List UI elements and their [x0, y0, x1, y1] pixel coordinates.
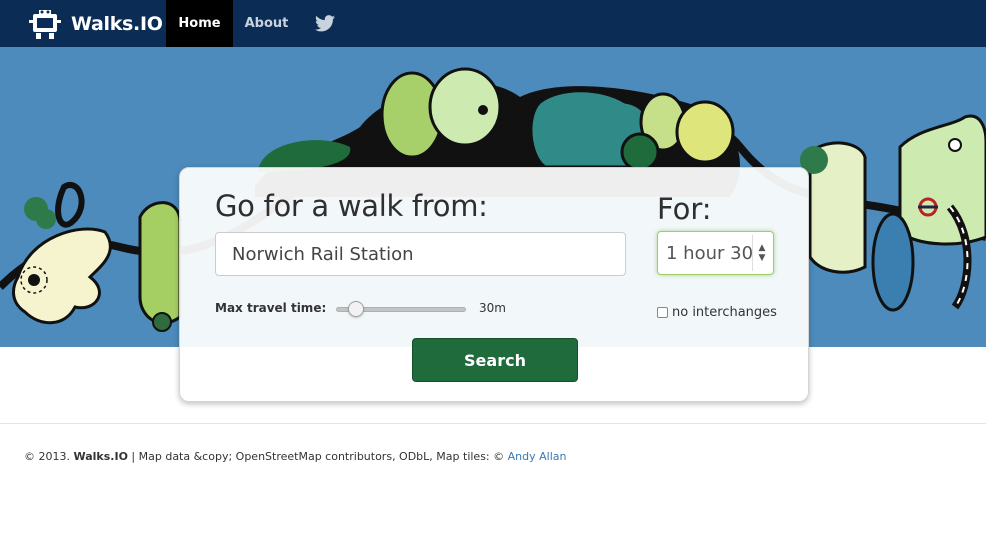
nav-about[interactable]: About — [233, 0, 300, 47]
no-interchanges-label: no interchanges — [672, 305, 777, 320]
panel-title: Go for a walk from: — [215, 189, 488, 223]
top-navbar: Walks.IO Home About — [0, 0, 986, 47]
no-interchanges-checkbox[interactable] — [657, 307, 668, 318]
nav-home[interactable]: Home — [166, 0, 233, 47]
footer: © 2013. Walks.IO | Map data &copy; OpenS… — [24, 450, 566, 463]
travel-time-value: 30m — [479, 301, 506, 315]
no-interchanges-option[interactable]: no interchanges — [657, 305, 777, 320]
robot-logo-icon — [29, 10, 61, 39]
twitter-link[interactable] — [308, 0, 342, 47]
duration-value: 1 hour 30 — [666, 242, 754, 264]
search-button[interactable]: Search — [412, 338, 578, 382]
brand-name: Walks.IO — [71, 13, 163, 35]
from-location-input[interactable] — [215, 232, 626, 276]
copyright-text: © 2013. — [24, 450, 70, 463]
andy-allan-link[interactable]: Andy Allan — [508, 450, 567, 463]
footer-site-name: Walks.IO — [73, 450, 128, 463]
max-travel-label: Max travel time: — [215, 301, 327, 315]
travel-time-slider-handle[interactable] — [347, 301, 364, 317]
footer-divider — [0, 423, 986, 424]
for-label: For: — [657, 192, 712, 226]
map-attribution: | Map data &copy; OpenStreetMap contribu… — [131, 450, 505, 463]
twitter-bird-icon — [315, 15, 335, 32]
duration-select[interactable]: 1 hour 30 ▲ ▼ — [657, 231, 774, 275]
select-arrows-icon: ▲ ▼ — [752, 235, 771, 271]
search-panel: Go for a walk from: For: 1 hour 30 ▲▼ Ma… — [179, 167, 809, 402]
brand[interactable]: Walks.IO — [27, 6, 163, 42]
